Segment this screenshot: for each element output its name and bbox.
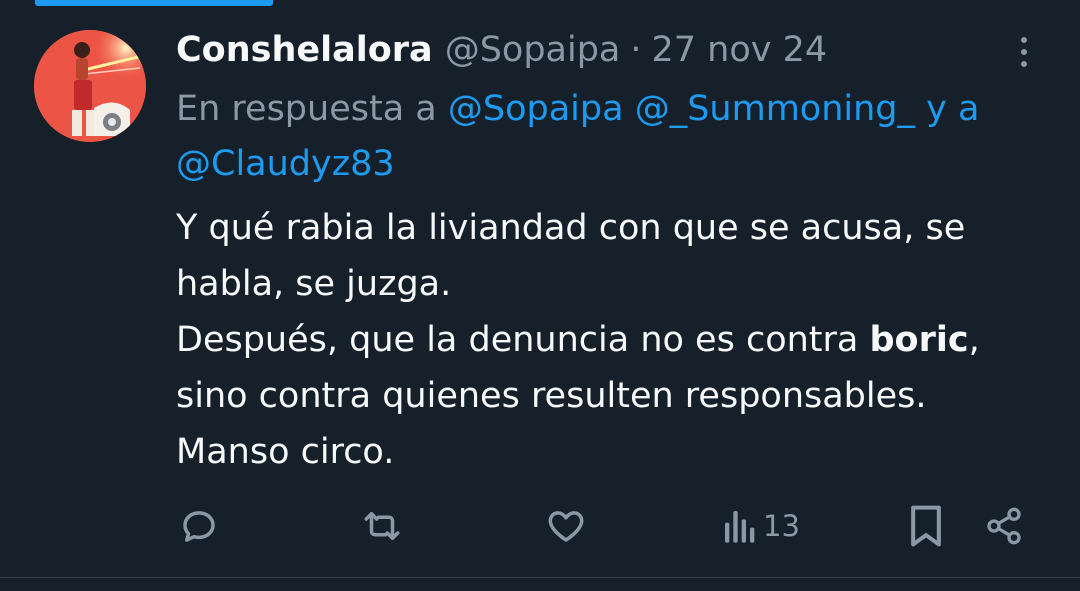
divider (0, 577, 1080, 578)
tweet-text-line: Después, que la denuncia no es contra bo… (176, 312, 1056, 424)
avatar-image (34, 30, 146, 142)
share-icon (987, 507, 1021, 545)
tab-indicator (35, 0, 273, 6)
more-dot-icon (1021, 37, 1027, 43)
bookmark-button[interactable] (906, 500, 946, 552)
tweet-screen: Conshelalora @Sopaipa · 27 nov 24 En res… (0, 0, 1080, 591)
tweet-text-line: Y qué rabia la liviandad con que se acus… (176, 208, 966, 304)
tweet-text-bold: boric (869, 320, 969, 360)
retweet-icon (364, 512, 400, 540)
views-button[interactable]: 13 (723, 500, 800, 552)
reply-context: En respuesta a @Sopaipa @_Summoning_ y a… (176, 82, 1056, 192)
reply-mention[interactable]: @Sopaipa (448, 89, 624, 129)
reply-mention[interactable]: @Claudyz83 (176, 144, 395, 184)
share-button[interactable] (984, 500, 1024, 552)
tweet-date[interactable]: 27 nov 24 (652, 30, 828, 70)
heart-icon (548, 511, 584, 542)
like-button[interactable] (545, 500, 587, 552)
tweet-text: Y qué rabia la liviandad con que se acus… (176, 200, 1056, 480)
reply-mention[interactable]: @_Summoning_ (635, 89, 915, 129)
user-handle[interactable]: @Sopaipa (445, 30, 621, 70)
views-count: 13 (763, 509, 800, 543)
retweet-button[interactable] (360, 500, 404, 552)
tweet-header: Conshelalora @Sopaipa · 27 nov 24 (176, 26, 827, 74)
more-dot-icon (1021, 61, 1027, 67)
avatar[interactable] (34, 30, 146, 142)
reply-prefix: En respuesta a (176, 89, 437, 129)
tweet-text-line: Manso circo. (176, 432, 395, 472)
more-options-button[interactable] (1006, 34, 1042, 70)
action-bar: 13 (0, 500, 1080, 552)
separator-dot: · (630, 30, 642, 70)
more-dot-icon (1021, 49, 1027, 55)
bookmark-icon (911, 505, 941, 547)
reply-and[interactable]: y a (926, 89, 979, 129)
views-icon (725, 511, 755, 543)
tweet-text-segment: Después, que la denuncia no es contra (176, 320, 859, 360)
reply-icon (183, 511, 215, 542)
display-name[interactable]: Conshelalora (176, 30, 433, 70)
reply-button[interactable] (178, 500, 220, 552)
